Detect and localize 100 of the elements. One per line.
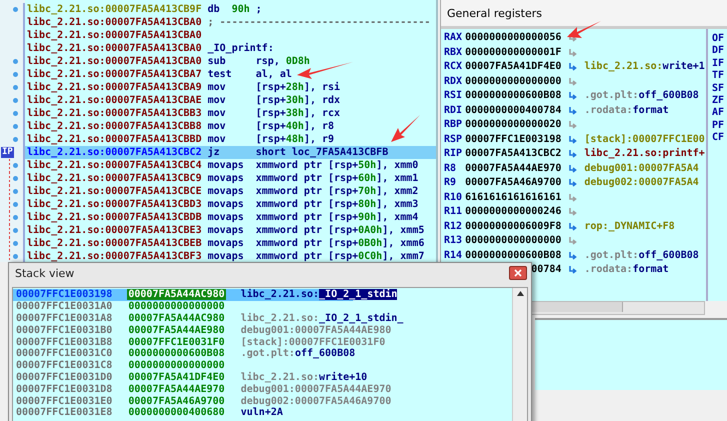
instruction-operands: 90h ; (232, 4, 262, 15)
close-button[interactable] (509, 266, 527, 280)
jump-arrow-icon[interactable] (569, 48, 578, 57)
jump-arrow-icon[interactable] (569, 63, 578, 72)
stack-value: 00007FA5A46A9700 (127, 396, 226, 407)
instruction-mnemonic: movaps (208, 199, 245, 210)
instruction-operands: [rsp+38h], rcx (256, 108, 340, 119)
address-label: libc_2.21.so:00007FA5A413CBA9 (27, 82, 203, 93)
instruction-operands: xmmword ptr [rsp+90h], xmm4 (256, 212, 418, 223)
instruction-operands: xmmword ptr [rsp+80h], xmm3 (256, 199, 418, 210)
jump-arrow-icon[interactable] (569, 92, 578, 100)
stack-address: 00007FFC1E0031E0 (15, 396, 114, 407)
stack-value: 00007FA5A44AE980 (127, 324, 226, 336)
instruction-mnemonic: movaps (208, 173, 245, 184)
register-value: 6161616161616161 (465, 192, 562, 203)
flag-label: CF (712, 132, 726, 145)
stack-value: 00007FA5A44AC980 (127, 289, 226, 300)
instruction-mnemonic: mov (208, 134, 227, 145)
jump-arrow-icon[interactable] (569, 121, 578, 130)
register-name: RSP (444, 134, 462, 145)
register-name: RBP (444, 119, 462, 130)
instruction-operands: [rsp+48h], r9 (256, 134, 334, 145)
annotation-arrow (388, 114, 422, 144)
jump-arrow-icon[interactable] (569, 179, 578, 188)
flag-label: SF (712, 82, 726, 95)
stack-reference: debug002:00007FA5A46A9700 (240, 396, 392, 407)
address-label: libc_2.21.so:00007FA5A413CBE3 (27, 225, 203, 236)
stack-address: 00007FFC1E0031E8 (15, 407, 114, 418)
stack-reference: .got.plt:off_600B08 (240, 348, 356, 360)
stack-value: 0000000000400680 (127, 407, 226, 418)
register-name: R11 (444, 206, 462, 218)
instruction-mnemonic: movaps (208, 160, 245, 171)
flag-label: AF (712, 107, 726, 120)
register-value: 000000000000001F (465, 46, 562, 58)
jump-arrow-icon[interactable] (569, 222, 578, 231)
instruction-mnemonic: movaps (208, 212, 245, 223)
instruction-operands: xmmword ptr [rsp+0B0h], xmm6 (256, 238, 424, 249)
address-label: libc_2.21.so:00007FA5A413CBAE (27, 95, 203, 106)
register-name: R13 (444, 235, 462, 246)
register-name: R14 (444, 250, 462, 261)
register-value: 0000000000000246 (465, 206, 562, 218)
horizontal-scrollbar[interactable] (531, 301, 705, 315)
jump-arrow-icon[interactable] (569, 106, 578, 115)
jump-arrow-icon[interactable] (569, 136, 578, 144)
jump-arrow-icon[interactable] (569, 208, 578, 216)
window-title: Stack view (15, 266, 74, 280)
vertical-scrollbar[interactable] (512, 288, 527, 421)
stack-reference: [stack]:00007FFC1E0031F0 (240, 336, 386, 348)
address-label: libc_2.21.so:00007FA5A413CBA0 (27, 30, 203, 41)
instruction-mnemonic: movaps (208, 186, 245, 197)
stack-value: 0000000000000000 (127, 301, 226, 312)
stack-reference: libc_2.21.so:_IO_2_1_stdin_ (240, 312, 404, 324)
jump-arrow-icon[interactable] (569, 78, 578, 86)
register-name: R10 (444, 192, 462, 203)
register-reference: debug002:00007FA5A4 (584, 176, 699, 190)
address-label: libc_2.21.so:00007FA5A413CBC2 (27, 147, 203, 158)
instruction-operands: xmmword ptr [rsp+0A0h], xmm5 (256, 225, 424, 236)
instruction-mnemonic: sub (208, 56, 227, 67)
register-value: 00007FA5A46A9700 (465, 177, 562, 188)
address-label: libc_2.21.so:00007FA5A413CBA0 (27, 43, 203, 54)
jump-arrow-icon[interactable] (569, 164, 578, 173)
flag-label: TF (712, 70, 726, 83)
flag-label: PF (712, 120, 726, 132)
register-value: 00007FA5A44AE970 (465, 162, 562, 174)
address-label: libc_2.21.so:00007FA5A413CBC4 (27, 160, 203, 171)
instruction-mnemonic: movaps (208, 251, 245, 262)
stack-address: 00007FFC1E0031A0 (15, 301, 114, 312)
register-name: RAX (444, 32, 462, 44)
instruction-operands: al, al (256, 69, 292, 80)
address-label: libc_2.21.so:00007FA5A413CBD3 (27, 199, 203, 210)
flag-label: OF (712, 33, 726, 46)
jump-arrow-icon[interactable] (569, 237, 578, 246)
stack-address: 00007FFC1E0031D0 (15, 372, 114, 383)
instruction-pointer-marker: IP (1, 147, 14, 158)
scroll-up-icon[interactable] (516, 291, 524, 296)
register-value: 00007FFC1E003198 (465, 134, 562, 145)
stack-reference: libc_2.21.so:_IO_2_1_stdin (240, 289, 398, 300)
instruction-mnemonic: mov (208, 82, 227, 93)
flag-label: IF (712, 58, 726, 70)
instruction-operands: xmmword ptr [rsp+50h], xmm0 (256, 160, 418, 171)
stack-address: 00007FFC1E0031B8 (15, 336, 114, 348)
stack-value: 00007FA5A41DF4E0 (127, 372, 226, 383)
jump-arrow-icon[interactable] (569, 252, 578, 260)
register-value: 0000000000600B08 (465, 250, 562, 261)
instruction-operands: xmmword ptr [rsp+0C0h], xmm7 (256, 251, 424, 262)
register-value: 00000000006009F8 (465, 220, 562, 232)
jump-arrow-icon[interactable] (569, 150, 578, 158)
instruction-mnemonic: test (208, 69, 233, 80)
register-reference: [stack]:00007FFC1E00 (584, 132, 705, 147)
instruction-mnemonic: mov (208, 121, 227, 132)
register-name: RSI (444, 90, 462, 102)
stack-reference: libc_2.21.so:write+10 (240, 372, 368, 383)
register-reference: .rodata:format (584, 263, 669, 278)
jump-arrow-icon[interactable] (569, 34, 578, 42)
jump-arrow-icon[interactable] (569, 194, 578, 202)
instruction-operands: rsp, 0D8h (256, 56, 310, 67)
address-label: libc_2.21.so:00007FA5A413CBBD (27, 134, 203, 145)
address-label: libc_2.21.so:00007FA5A413CBF3 (27, 251, 203, 262)
jump-arrow-icon[interactable] (569, 266, 578, 274)
instruction-mnemonic: movaps (208, 225, 245, 236)
